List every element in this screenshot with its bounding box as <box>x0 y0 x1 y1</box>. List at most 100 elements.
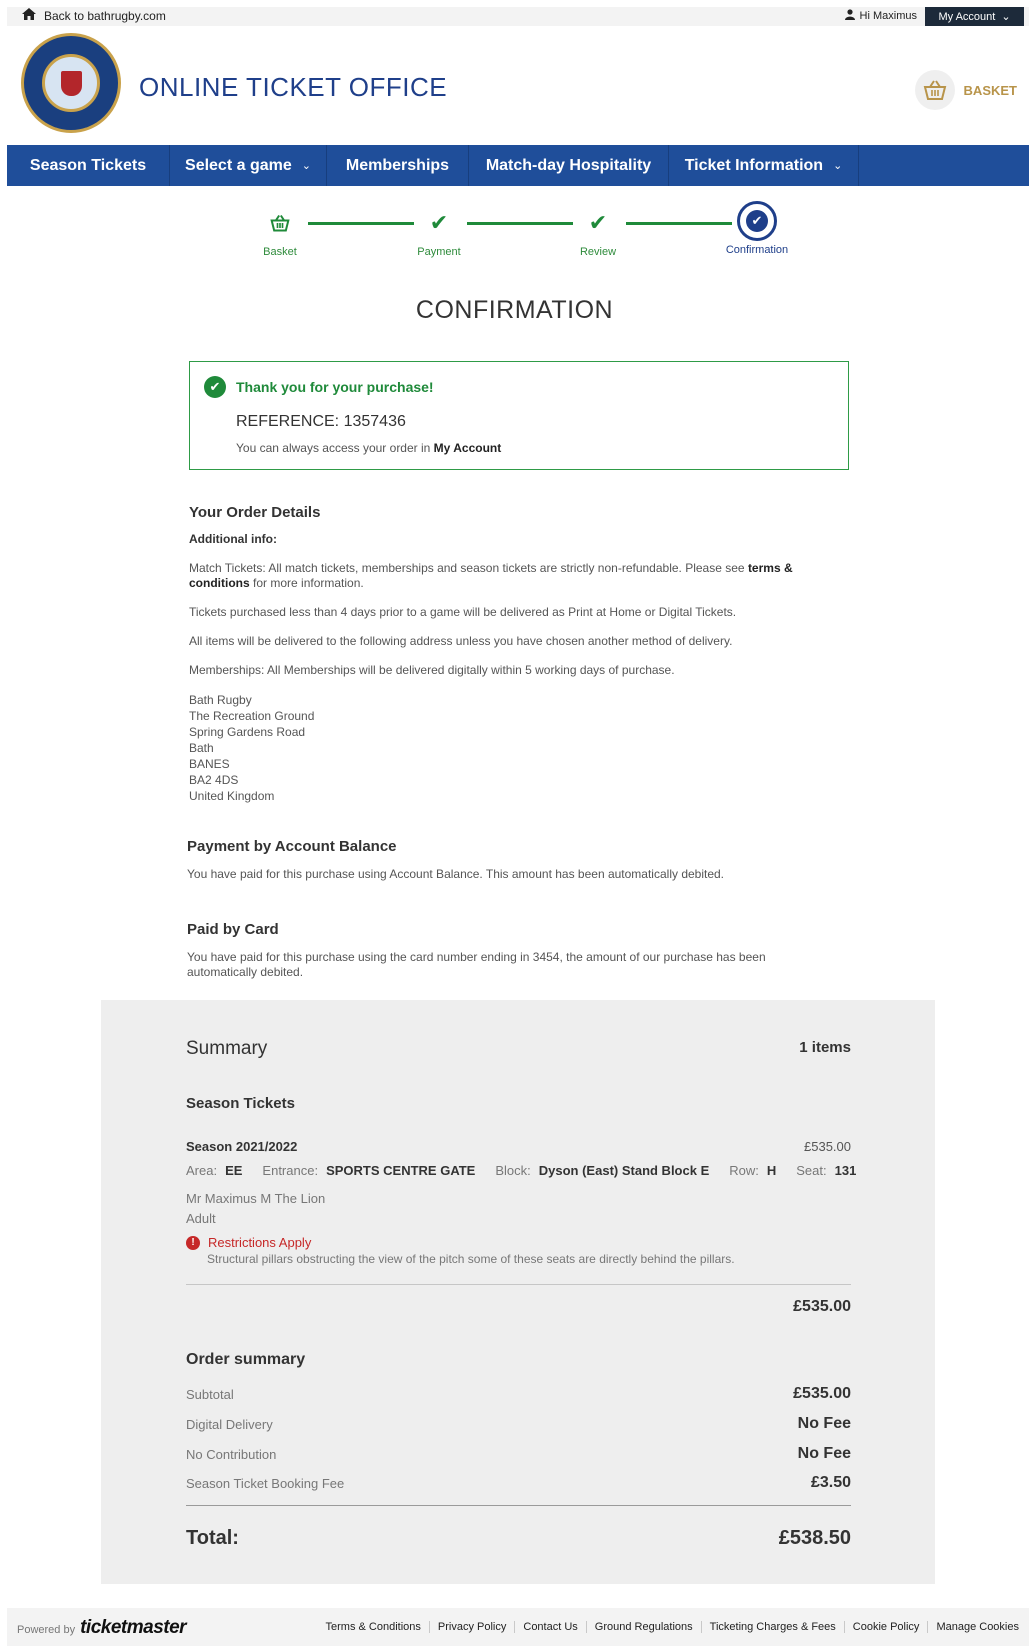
powered-by: Powered by ticketmaster <box>17 1617 187 1639</box>
basket-icon <box>914 70 955 110</box>
summary-row-value: £535.00 <box>793 1385 851 1402</box>
order-reference: REFERENCE: 1357436 <box>236 413 406 430</box>
address-line: BANES <box>189 757 230 771</box>
chevron-down-icon: ⌄ <box>833 160 843 172</box>
address-line: BA2 4DS <box>189 773 239 787</box>
site-header: ONLINE TICKET OFFICE BASKET <box>7 26 1029 145</box>
my-account-dropdown[interactable]: My Account ⌄ <box>925 7 1024 26</box>
restriction-title: Restrictions Apply <box>208 1235 312 1250</box>
restriction-title-row: ! Restrictions Apply <box>186 1235 735 1250</box>
address-line: Spring Gardens Road <box>189 725 306 739</box>
seat-details: Area: EE Entrance: SPORTS CENTRE GATE Bl… <box>186 1163 868 1178</box>
check-icon: ✔ <box>429 210 449 235</box>
payment-balance-heading: Payment by Account Balance <box>187 838 397 855</box>
footer-link-contact[interactable]: Contact Us <box>514 1621 585 1633</box>
footer-links: Terms & Conditions Privacy Policy Contac… <box>318 1621 1027 1633</box>
paid-card-heading: Paid by Card <box>187 921 279 938</box>
account-note-text: You can always access your order in <box>236 441 431 455</box>
account-note: You can always access your order in My A… <box>236 441 501 455</box>
divider <box>186 1284 851 1285</box>
row-value: H <box>766 1163 777 1178</box>
check-icon: ✔ <box>746 210 768 232</box>
chevron-down-icon: ⌄ <box>1001 11 1011 23</box>
nav-label: Match-day Hospitality <box>485 156 652 174</box>
basket-icon <box>240 205 320 241</box>
footer-link-cookie-policy[interactable]: Cookie Policy <box>843 1621 928 1633</box>
row-label: Row: <box>729 1163 759 1178</box>
address-line: United Kingdom <box>189 789 275 803</box>
summary-row-subtotal: Subtotal £535.00 <box>186 1385 851 1403</box>
site-title: ONLINE TICKET OFFICE <box>139 72 448 102</box>
block-value: Dyson (East) Stand Block E <box>538 1163 710 1178</box>
nav-memberships[interactable]: Memberships <box>327 145 469 186</box>
home-icon <box>22 8 36 23</box>
chevron-down-icon: ⌄ <box>301 160 311 172</box>
summary-row-value: £3.50 <box>810 1474 851 1491</box>
item-count: 1 items <box>799 1039 851 1056</box>
summary-row-label: Season Ticket Booking Fee <box>186 1475 345 1491</box>
footer-link-ground-regulations[interactable]: Ground Regulations <box>585 1621 701 1633</box>
refund-policy-text: Match Tickets: All match tickets, member… <box>189 561 839 591</box>
refund-policy-suffix: for more information. <box>253 576 364 590</box>
area-value: EE <box>225 1163 243 1178</box>
confirmation-box: ✔ Thank you for your purchase! REFERENCE… <box>189 361 849 470</box>
nav-select-a-game[interactable]: Select a game ⌄ <box>170 145 327 186</box>
holder-name: Mr Maximus M The Lion <box>186 1191 326 1206</box>
ticketmaster-logo[interactable]: ticketmaster <box>80 1617 186 1639</box>
nav-ticket-information[interactable]: Ticket Information ⌄ <box>669 145 859 186</box>
order-details-heading: Your Order Details <box>189 504 321 521</box>
item-price: £535.00 <box>804 1139 851 1154</box>
footer-link-charges[interactable]: Ticketing Charges & Fees <box>700 1621 844 1633</box>
line-total: £535.00 <box>793 1298 851 1315</box>
summary-heading: Summary <box>186 1038 268 1059</box>
step-label: Basket <box>263 246 297 258</box>
summary-row-value: No Fee <box>797 1415 851 1432</box>
site-footer: Powered by ticketmaster Terms & Conditio… <box>7 1608 1029 1646</box>
order-summary-heading: Order summary <box>186 1351 306 1368</box>
additional-info-label: Additional info: <box>189 532 277 546</box>
refund-policy-body: Match Tickets: All match tickets, member… <box>189 561 745 575</box>
basket-button[interactable]: BASKET <box>914 70 1017 110</box>
delivery-address: Bath Rugby The Recreation Ground Spring … <box>189 692 839 804</box>
footer-link-privacy[interactable]: Privacy Policy <box>428 1621 514 1633</box>
seat-value: 131 <box>834 1163 857 1178</box>
checkout-progress: Basket ✔ Payment ✔ Review ✔ Confirmation <box>240 201 800 265</box>
footer-link-manage-cookies[interactable]: Manage Cookies <box>927 1621 1027 1633</box>
restriction-notice: ! Restrictions Apply Structural pillars … <box>186 1235 735 1266</box>
restriction-text: Structural pillars obstructing the view … <box>207 1252 735 1266</box>
order-details: Your Order Details Additional info: Matc… <box>189 505 839 804</box>
my-account-label: My Account <box>938 10 996 23</box>
thanks-text: Thank you for your purchase! <box>236 379 434 395</box>
step-label: Confirmation <box>725 244 789 256</box>
summary-row-contribution: No Contribution No Fee <box>186 1445 851 1463</box>
back-link[interactable]: Back to bathrugby.com <box>22 8 166 23</box>
total-value: £538.50 <box>778 1527 851 1549</box>
address-line: Bath <box>189 741 214 755</box>
main-nav: Season Tickets Select a game ⌄ Membershi… <box>7 145 1029 186</box>
summary-row-booking-fee: Season Ticket Booking Fee £3.50 <box>186 1474 851 1492</box>
nav-season-tickets[interactable]: Season Tickets <box>7 145 170 186</box>
thanks-heading: ✔ Thank you for your purchase! <box>204 376 434 398</box>
summary-row-label: Digital Delivery <box>186 1416 273 1432</box>
address-note: All items will be delivered to the follo… <box>189 634 733 648</box>
nav-match-day-hospitality[interactable]: Match-day Hospitality <box>469 145 669 186</box>
holder-type: Adult <box>186 1211 216 1226</box>
order-summary-panel: Summary 1 items Season Tickets Season 20… <box>101 1000 935 1584</box>
confirmation-ring-icon: ✔ <box>737 201 777 241</box>
back-link-label: Back to bathrugby.com <box>44 8 166 23</box>
ticket-holder: Mr Maximus M The Lion Adult <box>186 1189 325 1229</box>
step-basket: Basket <box>240 205 320 258</box>
paid-card-section: Paid by Card You have paid for this purc… <box>187 921 837 980</box>
footer-link-terms[interactable]: Terms & Conditions <box>318 1621 429 1633</box>
nav-label: Select a game <box>185 156 292 174</box>
block-label: Block: <box>495 1163 531 1178</box>
entrance-value: SPORTS CENTRE GATE <box>326 1163 476 1178</box>
season-name: Season 2021/2022 <box>186 1139 298 1154</box>
warning-icon: ! <box>186 1235 200 1250</box>
powered-by-label: Powered by <box>17 1624 76 1636</box>
delivery-note: Tickets purchased less than 4 days prior… <box>189 605 737 619</box>
summary-row-label: No Contribution <box>186 1446 277 1462</box>
bath-rugby-logo[interactable] <box>21 33 121 133</box>
basket-label: BASKET <box>963 82 1017 98</box>
my-account-link[interactable]: My Account <box>434 441 502 455</box>
